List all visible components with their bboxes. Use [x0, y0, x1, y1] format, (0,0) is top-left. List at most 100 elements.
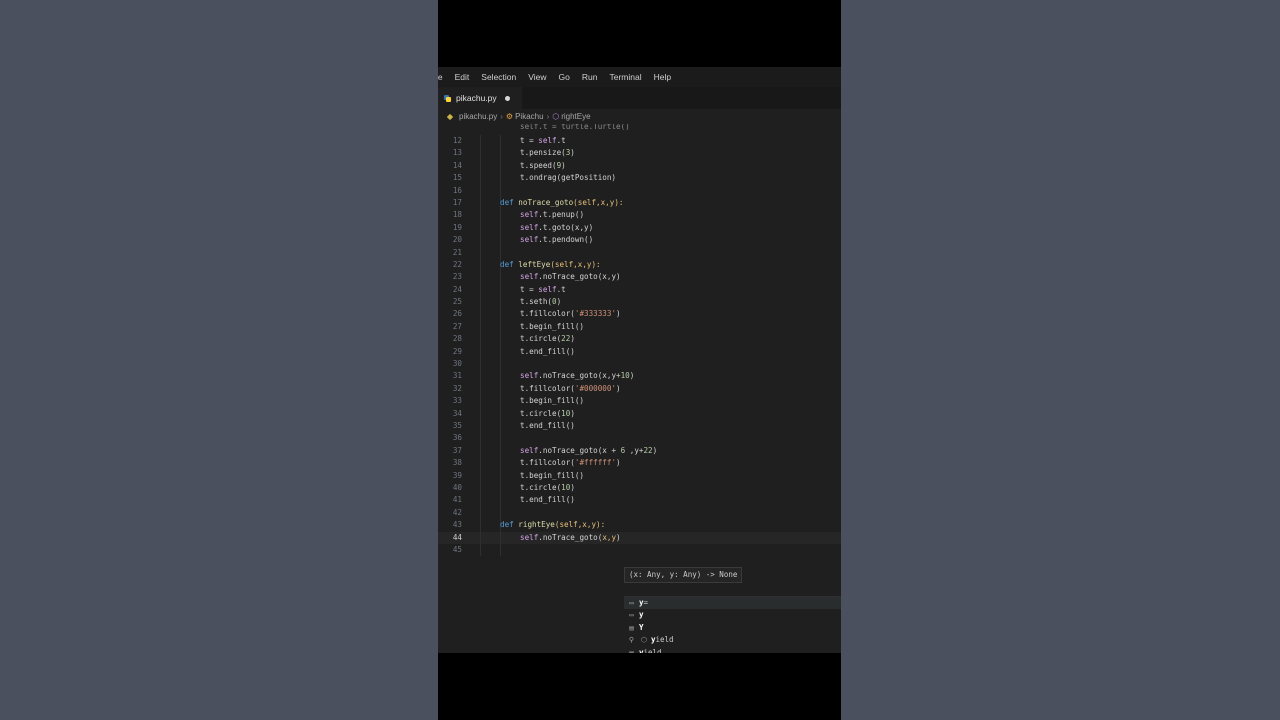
- suggestion-item[interactable]: ▭ y: [624, 609, 841, 621]
- code-line[interactable]: 41 t.end_fill(): [438, 494, 841, 507]
- code-line[interactable]: 12 t = self.t: [438, 135, 841, 148]
- code-line[interactable]: 42: [438, 506, 841, 520]
- chevron-right-icon: ›: [500, 112, 503, 121]
- menu-edit[interactable]: Edit: [449, 72, 476, 82]
- tab-label: pikachu.py: [456, 93, 497, 103]
- suggestion-item[interactable]: ▤ yield: [624, 647, 841, 653]
- code-token: .t.pendown(): [538, 235, 594, 245]
- suggestion-label: yield: [651, 635, 674, 645]
- code-line[interactable]: 35 t.end_fill(): [438, 419, 841, 433]
- indent-guide: [500, 531, 501, 544]
- code-line[interactable]: 24 t = self.t: [438, 283, 841, 297]
- code-line[interactable]: 21: [438, 246, 841, 259]
- code-token: self: [520, 371, 539, 381]
- code-text: self.t.penup(): [520, 209, 584, 221]
- line-number: 26: [452, 309, 462, 319]
- code-line[interactable]: 13 t.pensize(3): [438, 147, 841, 160]
- code-line[interactable]: 26 t.fillcolor('#333333'): [438, 308, 841, 321]
- indent-guide: [480, 543, 481, 557]
- line-number: 37: [452, 445, 462, 455]
- class-icon: ⚙: [505, 112, 514, 121]
- code-token: t.begin_fill(): [520, 321, 585, 331]
- video-frame: le Edit Selection View Go Run Terminal H…: [438, 0, 841, 720]
- variable-icon: ▭: [629, 599, 634, 607]
- menu-terminal[interactable]: Terminal: [603, 72, 647, 82]
- indent-guide: [480, 221, 481, 235]
- code-token: ): [556, 297, 562, 307]
- code-line[interactable]: 25 t.seth(0): [438, 296, 841, 309]
- code-token: t.fillcolor(: [520, 458, 575, 468]
- code-line[interactable]: 32 t.fillcolor('#000000'): [438, 382, 841, 396]
- code-line[interactable]: 16: [438, 184, 841, 197]
- tab-bar: pikachu.py: [438, 87, 841, 109]
- code-line[interactable]: 38 t.fillcolor('#ffffff'): [438, 457, 841, 470]
- code-line[interactable]: 29 t.end_fill(): [438, 345, 841, 359]
- suggestion-item[interactable]: ▤ Y: [624, 622, 841, 634]
- menu-file[interactable]: le: [438, 72, 449, 82]
- menu-view[interactable]: View: [522, 72, 552, 82]
- line-number: 18: [452, 210, 462, 220]
- code-token: self: [520, 272, 539, 282]
- code-line[interactable]: 22 def leftEye(self,x,y):: [438, 258, 841, 272]
- menu-help[interactable]: Help: [648, 72, 677, 82]
- code-line[interactable]: 34 t.circle(10): [438, 407, 841, 420]
- code-line[interactable]: 17 def noTrace_goto(self,x,y):: [438, 196, 841, 210]
- code-line[interactable]: 33 t.begin_fill(): [438, 395, 841, 408]
- breadcrumb-file[interactable]: pikachu.py: [438, 112, 497, 121]
- line-number: 32: [452, 383, 462, 393]
- code-text: t.circle(10): [520, 482, 575, 494]
- code-token: self: [520, 222, 539, 232]
- unsaved-dot-icon[interactable]: [504, 95, 510, 101]
- suggestion-item[interactable]: ⚲ ⬡ yield: [624, 634, 841, 646]
- code-token: 10: [561, 482, 571, 492]
- code-text: t.fillcolor('#333333'): [520, 308, 621, 320]
- code-editor[interactable]: self.t = turtle.Turtle() 12 t = self.t 13 t…: [438, 124, 841, 653]
- code-line[interactable]: 40 t.circle(10): [438, 481, 841, 495]
- code-token: t.pensize(: [520, 148, 566, 158]
- code-token: leftEye: [518, 259, 551, 269]
- code-token: t.end_fill(): [520, 420, 575, 430]
- menu-selection[interactable]: Selection: [475, 72, 522, 82]
- breadcrumb-file-label: pikachu.py: [459, 112, 498, 121]
- code-line[interactable]: 36: [438, 432, 841, 445]
- code-text: self.noTrace_goto(x + 6 ,y+22): [520, 445, 657, 457]
- code-token: def: [500, 259, 519, 269]
- code-line[interactable]: 44 self.noTrace_goto(x,y): [438, 531, 841, 544]
- code-token: self: [520, 235, 539, 245]
- code-line[interactable]: 23 self.noTrace_goto(x,y): [438, 271, 841, 284]
- code-line[interactable]: 37 self.noTrace_goto(x + 6 ,y+22): [438, 444, 841, 458]
- code-line[interactable]: 45: [438, 543, 841, 557]
- code-line[interactable]: 27 t.begin_fill(): [438, 320, 841, 334]
- menu-bar: le Edit Selection View Go Run Terminal H…: [438, 67, 841, 87]
- method-icon: ⬡: [640, 636, 648, 645]
- code-line[interactable]: 15 t.ondrag(getPosition): [438, 172, 841, 185]
- line-number: 23: [452, 272, 462, 282]
- code-token: def: [500, 197, 519, 207]
- breadcrumb-class[interactable]: ⚙ Pikachu: [506, 112, 544, 121]
- breadcrumb-method[interactable]: ⬡ rightEye: [552, 112, 590, 121]
- breadcrumb-method-label: rightEye: [561, 112, 591, 121]
- code-line[interactable]: 43 def rightEye(self,x,y):: [438, 519, 841, 532]
- code-line[interactable]: 19 self.t.goto(x,y): [438, 221, 841, 235]
- code-line[interactable]: 20 self.t.pendown(): [438, 234, 841, 247]
- code-text: self.t.pendown(): [520, 234, 593, 246]
- code-line[interactable]: 18 self.t.penup(): [438, 209, 841, 222]
- tab-pikachu-py[interactable]: pikachu.py: [438, 87, 522, 109]
- code-line[interactable]: 28 t.circle(22): [438, 333, 841, 346]
- suggestion-item[interactable]: ▭ y=: [624, 597, 841, 610]
- code-line[interactable]: 30: [438, 358, 841, 371]
- code-token: t.end_fill(): [520, 346, 575, 356]
- code-token: ): [616, 532, 621, 542]
- code-line[interactable]: 14 t.speed(9): [438, 159, 841, 173]
- indent-guide: [480, 481, 481, 495]
- menu-go[interactable]: Go: [553, 72, 576, 82]
- code-token: .noTrace_goto(: [538, 532, 603, 542]
- indent-guide: [480, 196, 481, 210]
- menu-run[interactable]: Run: [576, 72, 604, 82]
- code-line[interactable]: 31 self.noTrace_goto(x,y+10): [438, 370, 841, 383]
- code-token: self: [520, 210, 539, 220]
- code-line[interactable]: 39 t.begin_fill(): [438, 469, 841, 482]
- method-icon: ⬡: [552, 112, 560, 121]
- indent-guide: [480, 283, 481, 297]
- code-token: ): [570, 482, 575, 492]
